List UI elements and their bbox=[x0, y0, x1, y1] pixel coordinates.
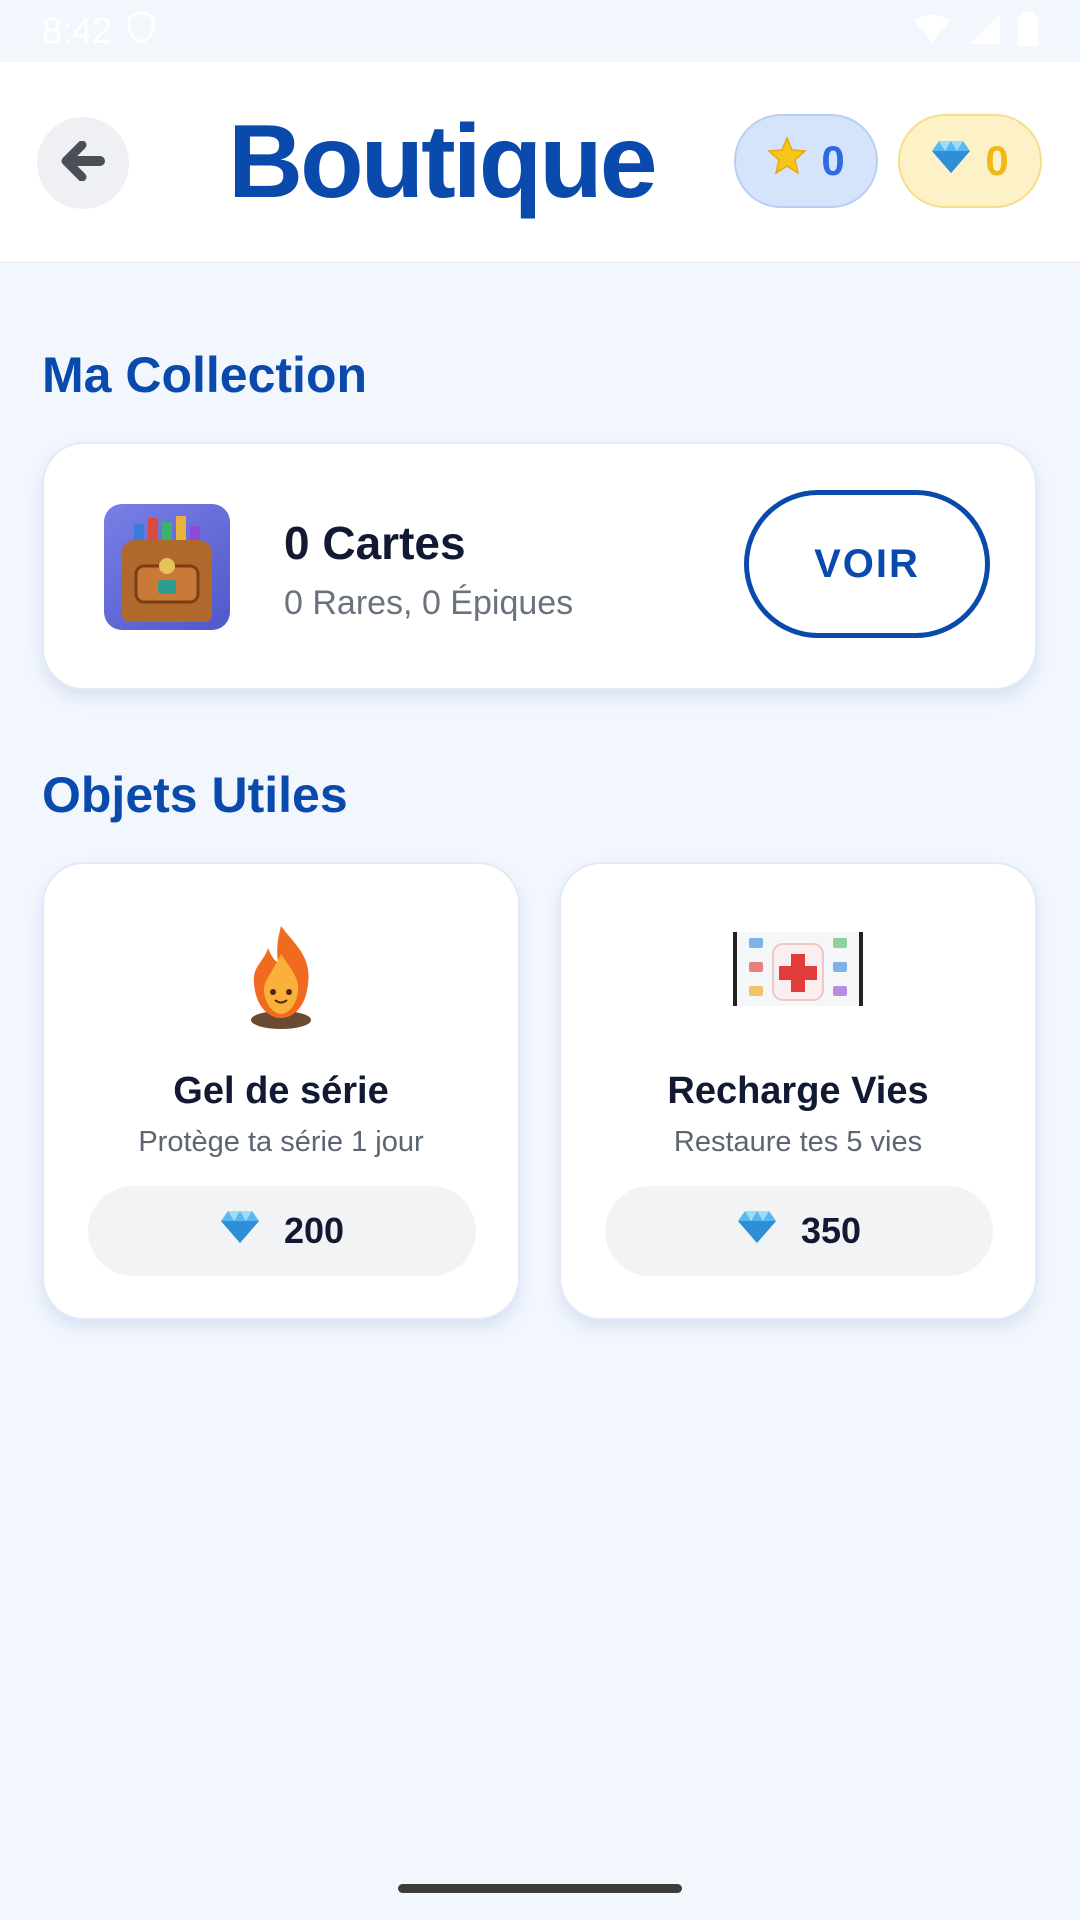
wifi-icon bbox=[912, 13, 952, 50]
view-collection-button[interactable]: VOIR bbox=[744, 490, 990, 638]
collection-card-count: 0 Cartes bbox=[284, 517, 466, 569]
status-right bbox=[912, 11, 1038, 51]
buy-streak-freeze-button[interactable]: 200 bbox=[88, 1186, 476, 1276]
flame-icon bbox=[216, 922, 346, 1032]
item-description: Protège ta série 1 jour bbox=[138, 1126, 424, 1158]
gem-icon bbox=[220, 1209, 260, 1254]
signal-icon bbox=[968, 12, 1002, 51]
stars-count: 0 bbox=[821, 137, 845, 184]
item-name: Gel de série bbox=[173, 1070, 389, 1112]
collection-section-title: Ma Collection bbox=[42, 347, 368, 403]
buy-lives-refill-button[interactable]: 350 bbox=[605, 1186, 993, 1276]
gem-icon bbox=[737, 1209, 777, 1254]
app-header: Boutique 0 0 bbox=[0, 62, 1080, 263]
status-time: 8:42 bbox=[42, 10, 113, 51]
battery-icon bbox=[1018, 11, 1038, 51]
stars-balance[interactable]: 0 bbox=[734, 114, 878, 208]
backpack-icon bbox=[104, 504, 230, 630]
star-icon bbox=[767, 136, 808, 186]
status-bar: 8:42 bbox=[0, 0, 1080, 62]
gems-count: 0 bbox=[985, 137, 1009, 184]
page-title: Boutique bbox=[228, 104, 658, 220]
item-price: 200 bbox=[283, 1210, 345, 1251]
gems-balance[interactable]: 0 bbox=[898, 114, 1042, 208]
utilities-section-title: Objets Utiles bbox=[42, 767, 348, 823]
status-left: 8:42 bbox=[42, 9, 156, 53]
item-name: Recharge Vies bbox=[667, 1070, 929, 1112]
collection-rarity-summary: 0 Rares, 0 Épiques bbox=[284, 584, 574, 622]
health-kit-icon bbox=[733, 922, 863, 1032]
shop-item-card[interactable]: Recharge Vies Restaure tes 5 vies 350 bbox=[559, 862, 1037, 1320]
shield-icon bbox=[126, 9, 156, 53]
back-button[interactable] bbox=[37, 117, 129, 209]
collection-card[interactable]: 0 Cartes 0 Rares, 0 Épiques VOIR bbox=[42, 442, 1037, 690]
item-price: 350 bbox=[800, 1210, 862, 1251]
gem-icon bbox=[931, 137, 971, 185]
shop-item-card[interactable]: Gel de série Protège ta série 1 jour 200 bbox=[42, 862, 520, 1320]
item-description: Restaure tes 5 vies bbox=[673, 1126, 923, 1158]
arrow-left-icon bbox=[60, 140, 106, 186]
home-indicator[interactable] bbox=[398, 1884, 682, 1893]
